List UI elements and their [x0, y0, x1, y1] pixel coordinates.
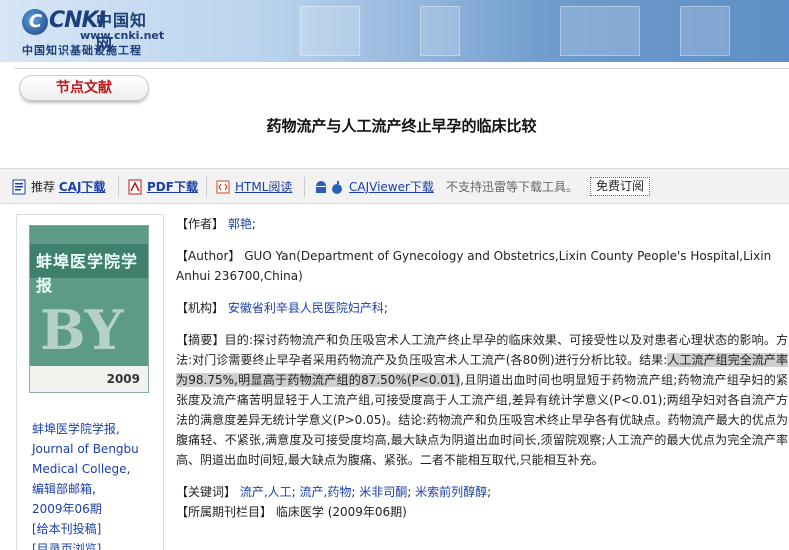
recommend-label: 推荐	[31, 180, 56, 194]
caj-download-link[interactable]: CAJ下载	[59, 178, 106, 195]
cnki-logo-url: www.cnki.net	[80, 29, 165, 42]
institution-link[interactable]: 安徽省利辛县人民医院妇产科	[228, 301, 384, 315]
keyword-link[interactable]: 流产,人工	[240, 485, 292, 499]
submit-manuscript-link[interactable]: [给本刊投稿]	[32, 519, 162, 539]
column-label: 【所属期刊栏目】	[176, 505, 273, 519]
author-en-text: GUO Yan(Department of Gynecology and Obs…	[176, 249, 772, 283]
column-row: 【所属期刊栏目】 临床医学 (2009年06期)	[176, 502, 788, 522]
page-title: 药物流产与人工流产终止早孕的临床比较	[266, 117, 537, 135]
article-metadata: 【作者】 郭艳; 【Author】 GUO Yan(Department of …	[176, 214, 788, 522]
institution-row: 【机构】 安徽省利辛县人民医院妇产科;	[176, 301, 388, 315]
author-en-row: 【Author】 GUO Yan(Department of Gynecolog…	[176, 246, 788, 286]
site-header-banner: C CNKI 中国知网 www.cnki.net 中国知识基础设施工程	[0, 0, 789, 62]
journal-issue-link[interactable]: 2009年06期	[32, 499, 162, 519]
download-toolbar: 推荐 CAJ下载 PDF下载 HTML阅读 CAJViewer下载 不支持迅雷等…	[0, 168, 789, 204]
author-row: 【作者】 郭艳;	[176, 217, 256, 231]
banner-decoration	[560, 6, 640, 56]
android-icon	[316, 180, 326, 193]
html-code-icon	[216, 180, 230, 193]
journal-name-en: Journal of Bengbu Medical College	[32, 442, 139, 476]
apple-icon	[332, 180, 342, 194]
keyword-link[interactable]: 流产,药物	[300, 485, 352, 499]
html-read-link[interactable]: HTML阅读	[235, 178, 292, 195]
cnki-logo-subtitle: 中国知识基础设施工程	[22, 44, 142, 57]
caj-file-icon	[12, 179, 26, 194]
journal-source: 蚌埠医学院学报, Journal of Bengbu Medical Colle…	[32, 419, 162, 550]
author-en-label: 【Author】	[176, 249, 241, 263]
cajviewer-download-group: CAJViewer下载	[314, 178, 434, 195]
html-read-group: HTML阅读	[216, 178, 292, 195]
banner-decoration	[300, 6, 360, 56]
cover-year: 2009	[30, 366, 148, 392]
section-pill: 节点文献	[19, 75, 149, 101]
keyword-link[interactable]: 米非司酮	[359, 485, 407, 499]
institution-label: 【机构】	[176, 301, 225, 315]
toolbar-divider	[206, 177, 207, 197]
cover-emblem: BY	[40, 298, 124, 362]
cover-title: 蚌埠医学院学报	[36, 252, 139, 295]
editorial-email-link[interactable]: 编辑部邮箱	[32, 482, 92, 496]
cajviewer-download-link[interactable]: CAJViewer下载	[349, 178, 434, 195]
banner-decoration	[420, 6, 460, 56]
abstract-row: 【摘要】目的:探讨药物流产和负压吸宫术人工流产终止早孕的临床效果、可接受性以及对…	[176, 330, 788, 470]
pdf-file-icon	[128, 179, 142, 194]
keywords-row: 【关键词】 流产,人工; 流产,药物; 米非司酮; 米索前列醇醇;	[176, 485, 492, 499]
banner-decoration	[680, 6, 730, 56]
pdf-download-link[interactable]: PDF下载	[147, 178, 198, 195]
pdf-download-group: PDF下载	[128, 178, 198, 195]
abstract-label: 【摘要】	[176, 333, 225, 347]
column-name: 临床医学	[275, 505, 324, 519]
journal-info-panel: 蚌埠医学院学报 BY 2009 蚌埠医学院学报, Journal of Beng…	[16, 214, 164, 550]
free-subscribe-button[interactable]: 免费订阅	[590, 177, 651, 196]
journal-name-link[interactable]: 蚌埠医学院学报, Journal of Bengbu Medical Colle…	[32, 419, 162, 479]
journal-name: 蚌埠医学院学报	[32, 422, 117, 436]
toolbar-divider	[118, 177, 119, 197]
column-issue: (2009年06期)	[327, 505, 407, 519]
toolbar-divider	[304, 177, 305, 197]
keyword-link[interactable]: 米索前列醇醇	[415, 485, 487, 499]
download-tool-notice: 不支持迅雷等下载工具。	[446, 180, 579, 194]
journal-cover-image[interactable]: 蚌埠医学院学报 BY 2009	[29, 225, 149, 393]
author-link[interactable]: 郭艳	[228, 217, 252, 231]
abstract-text-part2: ,且阴道出血时间也明显短于药物流产组;药物流产组孕妇的紧张度及流产痛苦明显轻于人…	[176, 373, 788, 467]
author-label: 【作者】	[176, 217, 225, 231]
document-title-area: 节点文献 药物流产与人工流产终止早孕的临床比较	[14, 68, 789, 162]
cnki-logo[interactable]: C CNKI 中国知网 www.cnki.net 中国知识基础设施工程	[22, 4, 165, 57]
caj-download-group: 推荐 CAJ下载	[12, 178, 105, 195]
keywords-label: 【关键词】	[176, 485, 237, 499]
toc-browse-link[interactable]: [目录页浏览]	[32, 539, 162, 550]
